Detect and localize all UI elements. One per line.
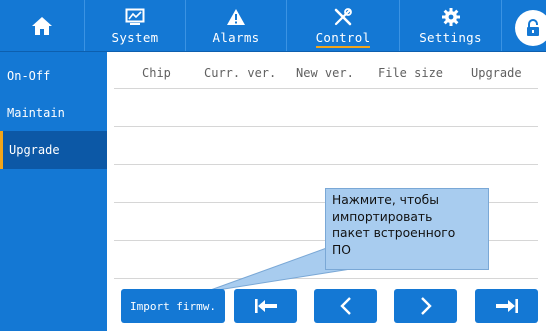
column-header-current-version: Curr. ver.: [204, 66, 277, 80]
tab-control-label: Control: [315, 30, 371, 48]
lock-button[interactable]: [515, 10, 546, 46]
table-row-divider: [114, 88, 538, 89]
tab-control[interactable]: Control: [287, 0, 400, 51]
tab-alarms-label: Alarms: [212, 30, 260, 45]
prev-page-icon: [339, 297, 351, 315]
tab-system[interactable]: System: [85, 0, 186, 51]
column-header-new-version: New ver.: [296, 66, 354, 80]
sidebar-item-on-off[interactable]: On-Off: [0, 57, 107, 95]
import-firmware-label: Import firmw.: [129, 299, 217, 313]
bottom-toolbar: Import firmw.: [107, 284, 546, 331]
prev-page-button[interactable]: [314, 289, 377, 323]
tooltip-line: Нажмите, чтобы: [332, 193, 439, 207]
warning-icon: [227, 9, 245, 25]
sidebar-item-label: On-Off: [7, 69, 51, 83]
tab-settings[interactable]: Settings: [400, 0, 502, 51]
monitor-chart-icon: [125, 8, 145, 25]
sidebar-item-label: Maintain: [7, 106, 65, 120]
sidebar-item-upgrade[interactable]: Upgrade: [0, 131, 107, 169]
last-page-button[interactable]: [475, 289, 538, 323]
sidebar: On-Off Maintain Upgrade: [0, 52, 107, 331]
tooltip-line: ПО: [332, 242, 351, 257]
next-page-button[interactable]: [394, 289, 457, 323]
gear-icon: [441, 8, 460, 26]
table-row-divider: [114, 278, 538, 279]
tab-alarms[interactable]: Alarms: [186, 0, 287, 51]
next-page-icon: [420, 297, 432, 315]
tooltip-line: пакет встроенного: [332, 226, 456, 240]
import-firmware-button[interactable]: Import firmw.: [121, 289, 225, 323]
lock-icon: [527, 19, 539, 36]
import-tooltip: Нажмите, чтобы импортировать пакет встро…: [325, 188, 489, 270]
table-row-divider: [114, 164, 538, 165]
top-nav-bar: System Alarms Control Settings: [0, 0, 546, 52]
tools-icon: [334, 8, 352, 26]
home-icon: [32, 16, 52, 35]
tab-settings-label: Settings: [419, 30, 482, 45]
column-header-chip: Chip: [142, 66, 171, 80]
column-header-upgrade: Upgrade: [471, 66, 522, 80]
sidebar-item-maintain[interactable]: Maintain: [0, 94, 107, 132]
tooltip-line: импортировать: [332, 209, 433, 224]
home-button[interactable]: [0, 0, 85, 51]
tab-system-label: System: [111, 30, 159, 45]
first-page-icon: [254, 299, 277, 313]
first-page-button[interactable]: [234, 289, 297, 323]
table-row-divider: [114, 126, 538, 127]
last-page-icon: [495, 299, 518, 313]
sidebar-item-label: Upgrade: [9, 143, 60, 157]
column-header-file-size: File size: [378, 66, 444, 80]
